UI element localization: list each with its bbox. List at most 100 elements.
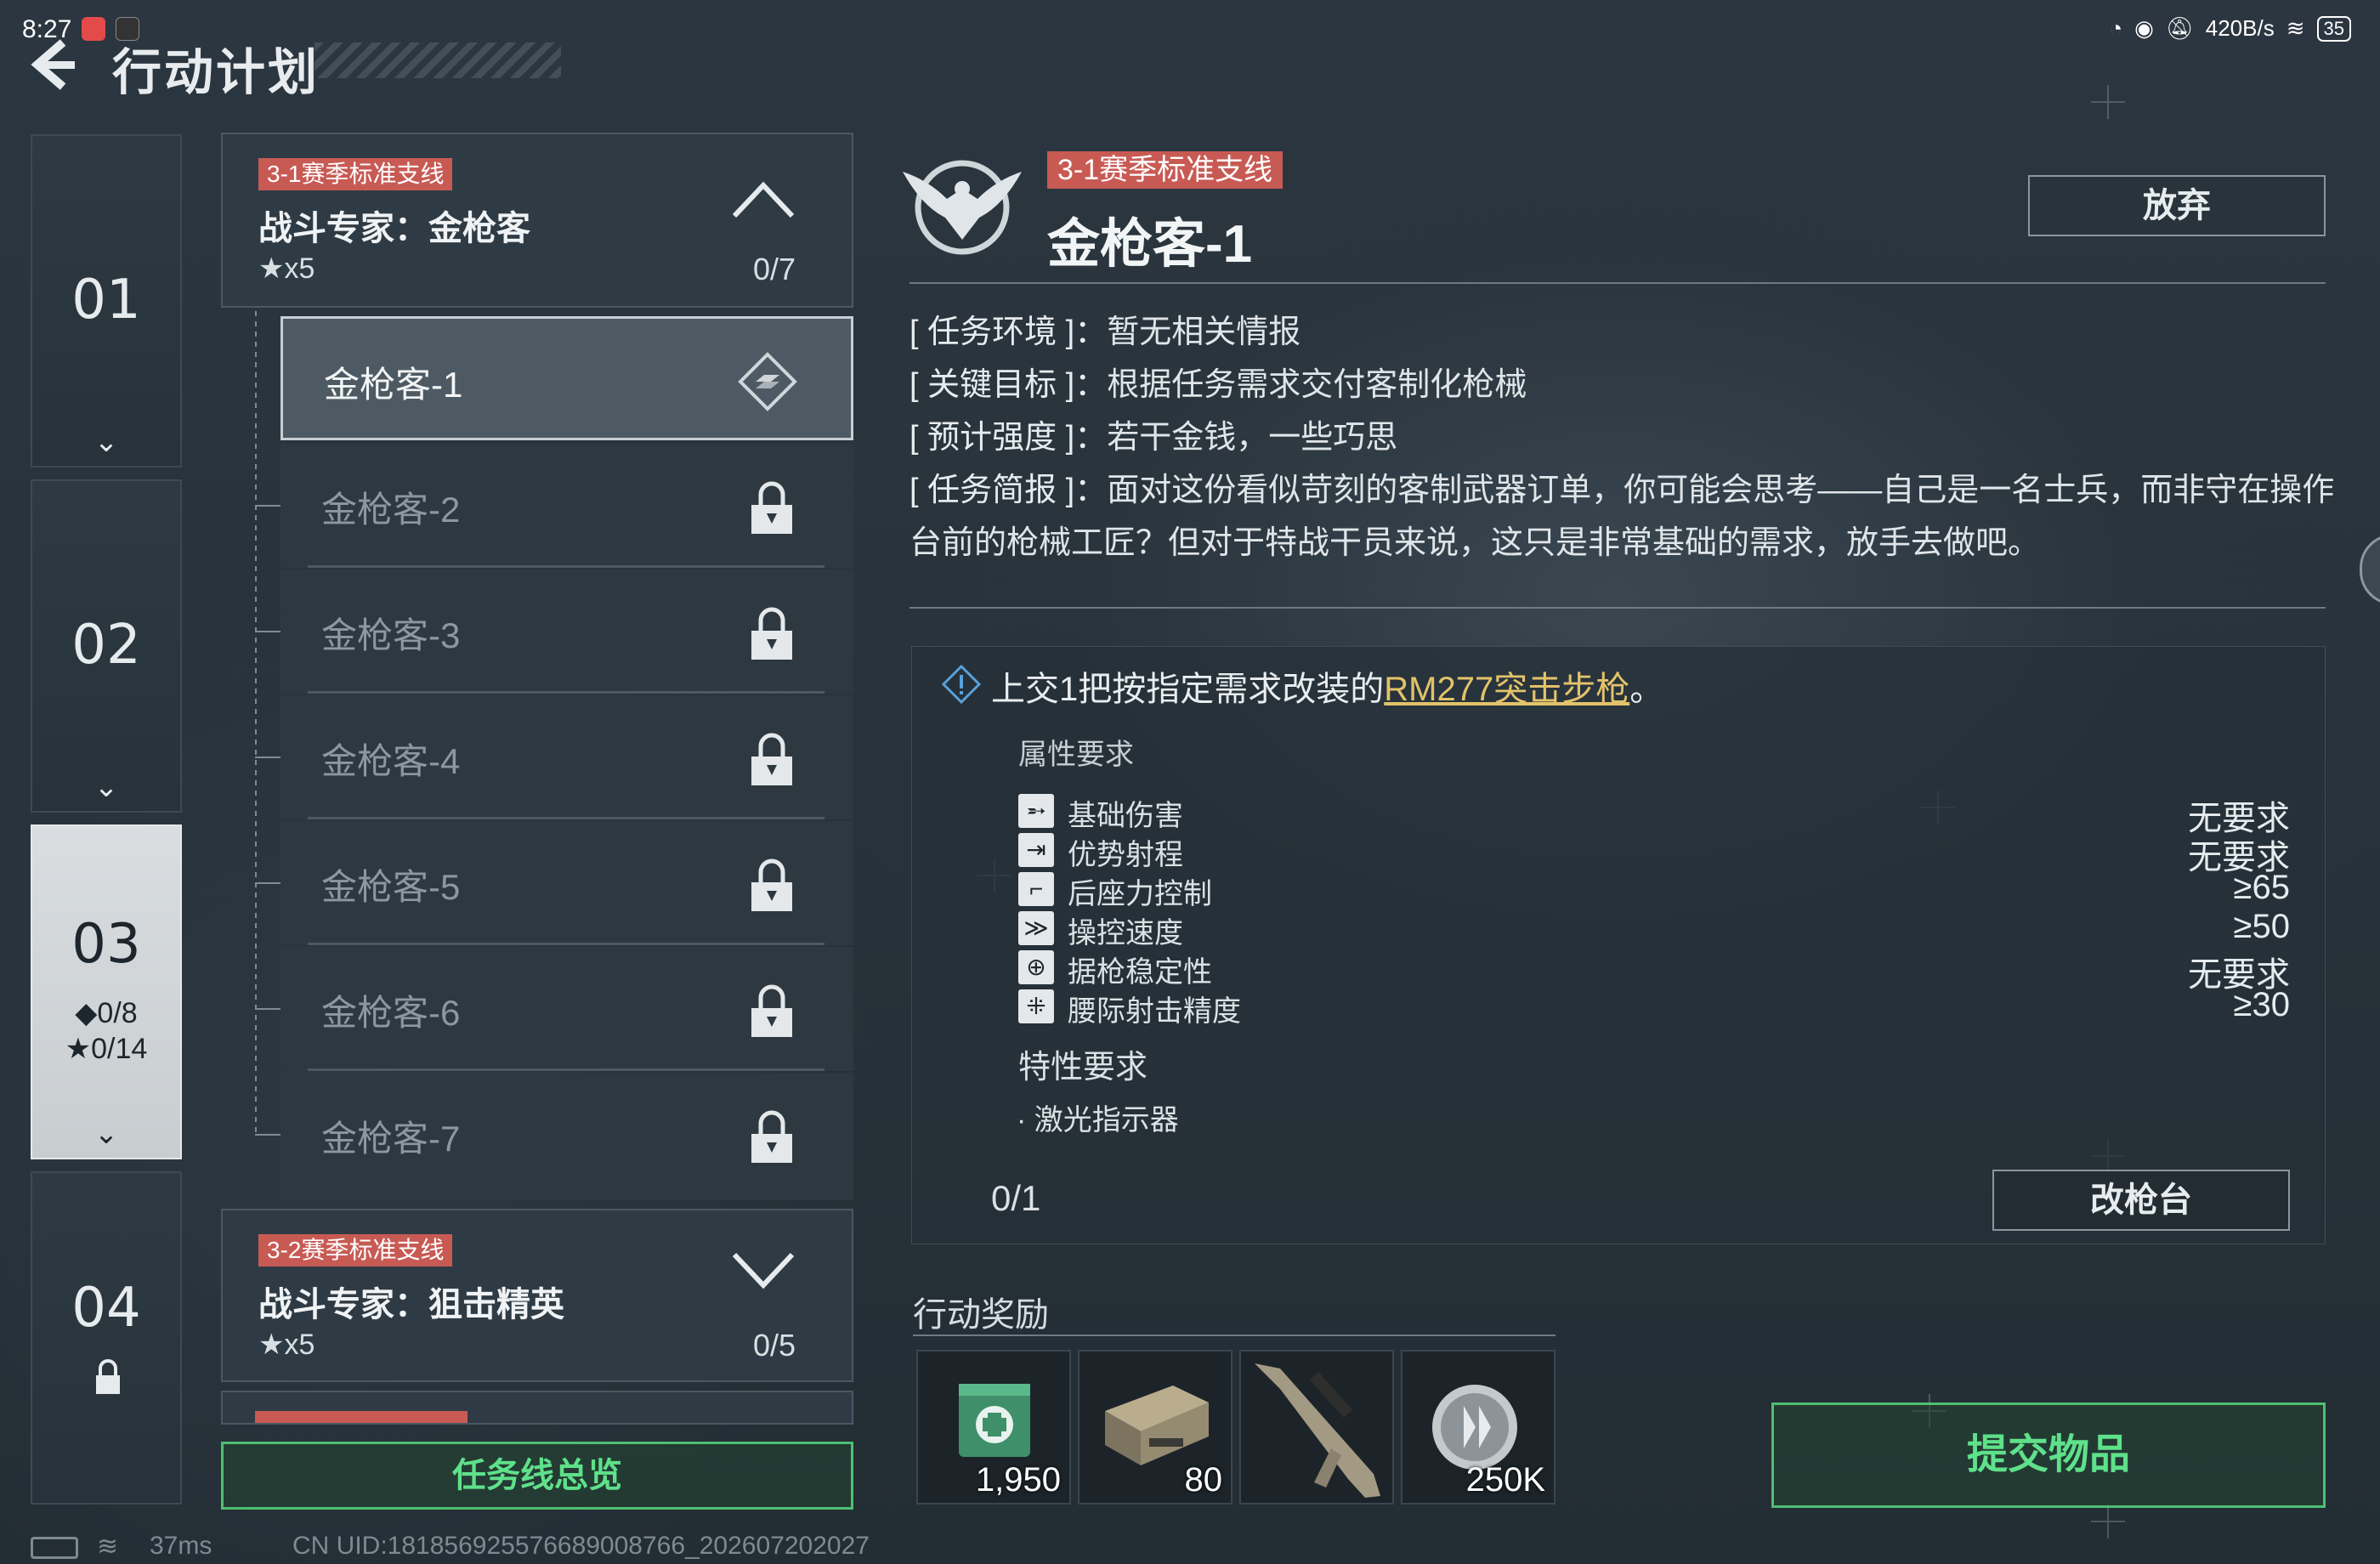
reward-item[interactable] <box>1239 1350 1394 1504</box>
ping-value: 37ms <box>150 1532 212 1560</box>
mission-item-2[interactable]: 金枪客-2 <box>280 444 853 568</box>
questline-progress: 0/7 <box>752 252 796 286</box>
reward-item[interactable]: 250K <box>1401 1350 1556 1504</box>
lock-icon <box>751 733 792 785</box>
handling-icon: ≫ <box>1018 911 1054 945</box>
mission-label: 金枪客-4 <box>321 741 461 781</box>
bg-crosshair <box>2091 1504 2125 1538</box>
info-value: 若干金钱，一些巧思 <box>1107 420 1398 456</box>
requirement-text: 上交1把按指定需求改装的RM277突击步枪。 <box>991 661 1663 711</box>
divider <box>913 1334 1556 1336</box>
mission-label: 金枪客-5 <box>321 867 461 907</box>
damage-icon: ➵ <box>1018 794 1054 828</box>
mission-season-tag: 3-1赛季标准支线 <box>1047 151 1284 189</box>
attribute-row: ➵ 基础伤害 无要求 <box>1018 790 2290 837</box>
questline-stars: ★x5 <box>258 252 315 285</box>
reward-amount: 1,950 <box>975 1461 1061 1499</box>
wifi-icon: ≋ <box>2286 15 2305 41</box>
attribute-name: 据枪稳定性 <box>1068 956 1212 989</box>
weapon-link[interactable]: RM277突击步枪 <box>1384 671 1629 708</box>
battery-indicator: 35 <box>2316 15 2351 42</box>
mission-item-4[interactable]: 金枪客-4 <box>280 695 853 819</box>
eagle-emblem-icon <box>903 160 1022 255</box>
mission-label: 金枪客-6 <box>321 993 461 1033</box>
divider <box>910 282 2326 284</box>
lock-icon <box>751 984 792 1037</box>
chevron-down-icon[interactable] <box>731 1251 796 1292</box>
chapter-tab-04[interactable]: 04 <box>31 1171 182 1504</box>
info-intensity: [ 预计强度 ]：若干金钱，一些巧思 <box>910 411 2338 464</box>
gunsmith-bench-button[interactable]: 改枪台 <box>1992 1170 2290 1231</box>
lock-icon <box>96 1359 120 1394</box>
info-briefing: [ 任务简报 ]：面对这份看似苛刻的客制武器订单，你可能会思考——自己是一名士兵… <box>910 464 2338 570</box>
title-decoration <box>314 42 561 78</box>
questline-stars: ★x5 <box>258 1329 315 1361</box>
info-key: [ 预计强度 ]： <box>910 420 1108 456</box>
divider <box>910 607 2326 609</box>
alert-diamond-icon <box>942 665 981 704</box>
rewards-label: 行动奖励 <box>913 1296 1049 1334</box>
tree-connector <box>255 311 257 1136</box>
divider <box>308 817 824 819</box>
ammo-box-icon <box>1105 1386 1209 1465</box>
wifi-icon: ≋ <box>97 1533 119 1561</box>
questline-header-2[interactable]: 3-2赛季标准支线 战斗专家：狙击精英 ★x5 0/5 <box>221 1209 853 1382</box>
info-value: 暂无相关情报 <box>1107 314 1301 350</box>
chapter-tab-01[interactable]: 01 ⌄ <box>31 134 182 468</box>
notification-app-icon <box>82 17 105 41</box>
page-title: 行动计划 <box>112 45 320 100</box>
chevron-up-icon[interactable] <box>731 178 796 219</box>
trait-item: · 激光指示器 <box>1017 1104 1179 1136</box>
questline-header-1[interactable]: 3-1赛季标准支线 战斗专家：金枪客 ★x5 0/7 <box>221 133 853 308</box>
chapter-tab-03[interactable]: 03 ◆0/8 ★0/14 ⌄ <box>31 824 182 1159</box>
coin-icon <box>1432 1385 1517 1470</box>
info-key: [ 关键目标 ]： <box>910 367 1108 403</box>
mission-item-7[interactable]: 金枪客-7 <box>280 1073 853 1200</box>
questline-progress: 0/5 <box>752 1328 796 1363</box>
requirement-suffix: 。 <box>1629 671 1664 708</box>
season-tag: 3-2赛季标准支线 <box>258 1234 453 1266</box>
abandon-button[interactable]: 放弃 <box>2028 175 2326 236</box>
divider <box>308 691 824 694</box>
season-tag: 3-1赛季标准支线 <box>258 158 453 190</box>
attribute-row: ≫ 操控速度 ≥50 <box>1018 908 2290 949</box>
chapter-tab-02[interactable]: 02 ⌄ <box>31 479 182 813</box>
divider <box>308 565 824 568</box>
questline-name: 战斗专家：狙击精英 <box>258 1286 564 1323</box>
reward-item[interactable]: 80 <box>1078 1350 1232 1504</box>
reward-item[interactable]: 1,950 <box>916 1350 1071 1504</box>
status-indicators: ◔ ◉ 🔕︎ 420B/s ≋ 35 <box>2109 15 2351 42</box>
attribute-name: 腰际射击精度 <box>1068 995 1241 1028</box>
rifle-icon <box>1255 1363 1380 1498</box>
info-value: 面对这份看似苛刻的客制武器订单，你可能会思考——自己是一名士兵，而非守在操作台前… <box>910 473 2335 561</box>
reward-amount: 250K <box>1465 1461 1545 1499</box>
season-tag-partial <box>255 1411 468 1423</box>
attribute-name: 后座力控制 <box>1068 878 1212 910</box>
mission-item-1[interactable]: 金枪客-1 <box>280 316 853 440</box>
questline-overview-button[interactable]: 任务线总览 <box>221 1442 853 1510</box>
chapter-number: 04 <box>71 1277 141 1340</box>
info-value: 根据任务需求交付客制化枪械 <box>1107 367 1527 403</box>
battery-icon <box>31 1537 78 1559</box>
chevron-down-icon: ⌄ <box>94 1118 119 1150</box>
user-uid: CN UID:18185692557668900876​6_2026072020… <box>292 1532 870 1560</box>
mission-item-3[interactable]: 金枪客-3 <box>280 570 853 694</box>
mission-item-5[interactable]: 金枪客-5 <box>280 821 853 945</box>
traits-label: 特性要求 <box>1018 1050 1148 1085</box>
submit-items-button[interactable]: 提交物品 <box>1771 1402 2326 1508</box>
eye-icon: ◉ <box>2134 15 2154 41</box>
attribute-row: ⇥ 优势射程 无要求 <box>1018 830 2290 876</box>
divider <box>308 943 824 945</box>
divider <box>308 1068 824 1071</box>
lock-icon <box>751 607 792 660</box>
attribute-row: ⁜ 腰际射击精度 ≥30 <box>1018 986 2290 1028</box>
hipfire-icon: ⁜ <box>1018 989 1054 1023</box>
mission-item-6[interactable]: 金枪客-6 <box>280 947 853 1071</box>
mission-label: 金枪客-1 <box>324 365 463 405</box>
back-arrow-icon[interactable] <box>26 37 80 92</box>
info-objective: [ 关键目标 ]：根据任务需求交付客制化枪械 <box>910 359 2338 411</box>
lock-icon <box>751 1110 792 1163</box>
lock-icon <box>751 858 792 911</box>
chevron-down-icon: ⌄ <box>94 426 119 458</box>
chapter-star-progress: ★0/14 <box>65 1033 148 1065</box>
